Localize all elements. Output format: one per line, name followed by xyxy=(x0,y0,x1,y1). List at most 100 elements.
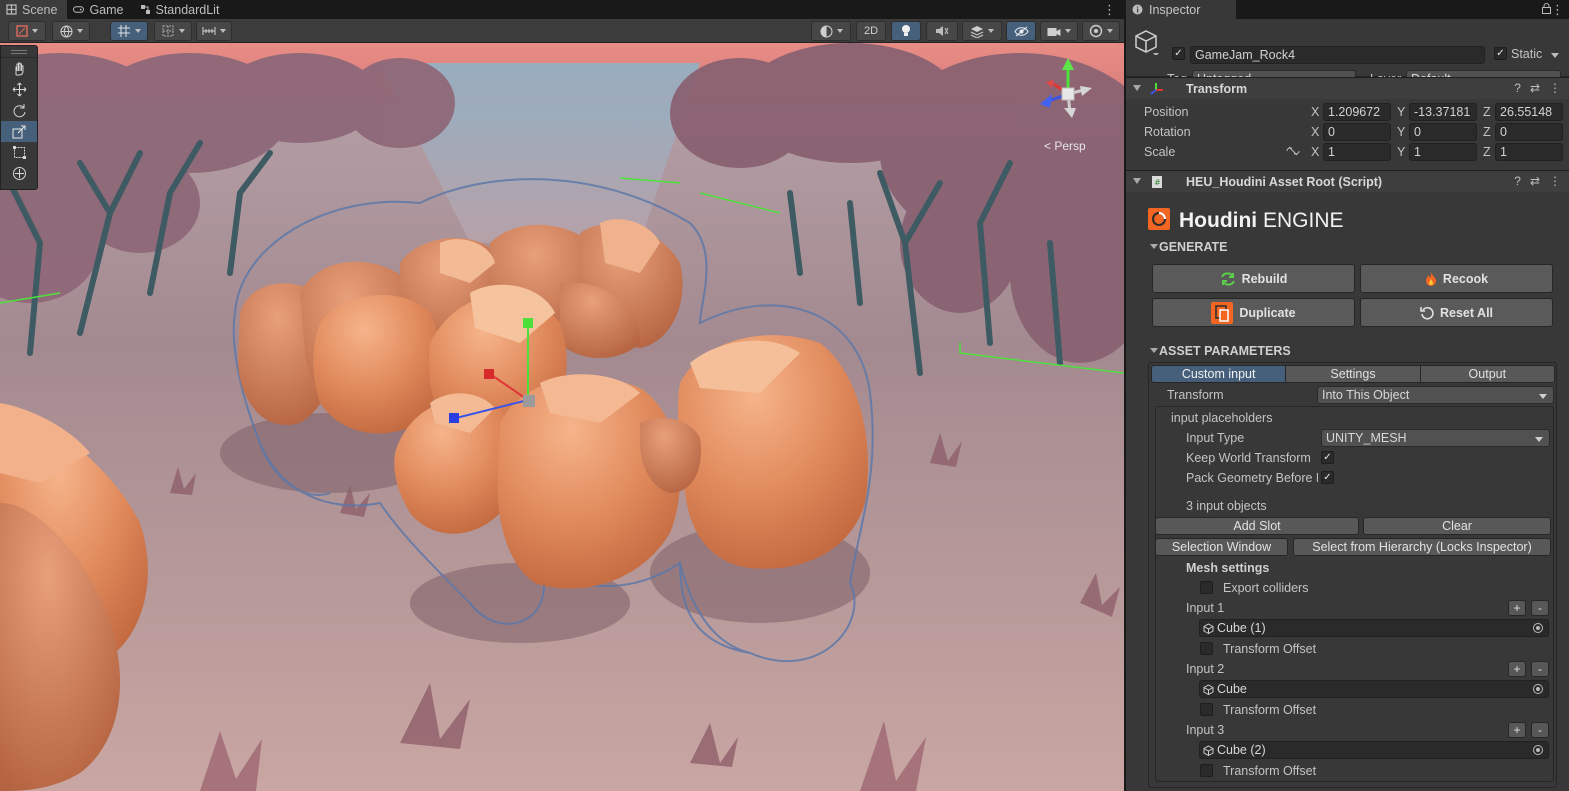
scale-y-label[interactable]: Y xyxy=(1397,145,1405,159)
select-from-hierarchy-button[interactable]: Select from Hierarchy (Locks Inspector) xyxy=(1293,538,1551,556)
input-1-remove-button[interactable]: - xyxy=(1531,600,1549,616)
transform-option-dropdown[interactable]: Into This Object xyxy=(1317,386,1554,404)
input-2-remove-button[interactable]: - xyxy=(1531,661,1549,677)
position-y-label[interactable]: Y xyxy=(1397,105,1405,119)
scale-z-field[interactable]: 1 xyxy=(1495,143,1563,161)
position-x-field[interactable]: 1.209672 xyxy=(1323,103,1391,121)
script-help-icon[interactable]: ? xyxy=(1514,174,1521,188)
input-3-remove-button[interactable]: - xyxy=(1531,722,1549,738)
tab-game[interactable]: Game xyxy=(67,0,133,19)
tab-inspector[interactable]: Inspector xyxy=(1126,0,1236,19)
clear-button[interactable]: Clear xyxy=(1363,517,1551,535)
constrain-proportions-icon[interactable] xyxy=(1286,146,1300,156)
audio-toggle[interactable] xyxy=(926,21,958,41)
rebuild-button[interactable]: Rebuild xyxy=(1152,264,1355,293)
gameobject-name-field[interactable]: GameJam_Rock4 xyxy=(1190,46,1485,64)
rotation-y-label[interactable]: Y xyxy=(1397,125,1405,139)
input-1-transform-offset-checkbox[interactable] xyxy=(1200,642,1213,655)
position-x-label[interactable]: X xyxy=(1311,105,1319,119)
position-z-label[interactable]: Z xyxy=(1483,105,1491,119)
rotation-z-field[interactable]: 0 xyxy=(1495,123,1563,141)
tool-palette-grip[interactable] xyxy=(1,46,37,58)
input-3-add-button[interactable]: + xyxy=(1508,722,1526,738)
input-3-transform-offset-checkbox[interactable] xyxy=(1200,764,1213,777)
static-dropdown-caret-icon[interactable] xyxy=(1551,53,1559,58)
transform-tool-button[interactable] xyxy=(1,163,37,184)
move-tool-button[interactable] xyxy=(1,79,37,100)
tab-output[interactable]: Output xyxy=(1420,366,1554,382)
recook-button[interactable]: Recook xyxy=(1360,264,1553,293)
rotation-x-label[interactable]: X xyxy=(1311,125,1319,139)
projection-label[interactable]: < Persp xyxy=(1044,139,1086,153)
object-picker-icon[interactable] xyxy=(1533,745,1543,755)
transform-component-header[interactable]: Transform ? ⇄ ⋮ xyxy=(1126,77,1569,99)
houdini-script-header[interactable]: # HEU_Houdini Asset Root (Script) ? ⇄ ⋮ xyxy=(1126,170,1569,192)
scene-more-menu-icon[interactable]: ⋮ xyxy=(1103,2,1116,18)
position-y-field[interactable]: -13.37181 xyxy=(1409,103,1477,121)
asset-parameters-foldout[interactable]: ASSET PARAMETERS xyxy=(1150,344,1291,358)
pack-geometry-checkbox[interactable]: ✓ xyxy=(1321,471,1334,484)
toggle-2d-button[interactable]: 2D xyxy=(856,21,886,41)
script-menu-icon[interactable]: ⋮ xyxy=(1549,174,1561,188)
input-1-add-button[interactable]: + xyxy=(1508,600,1526,616)
input-2-transform-offset-checkbox[interactable] xyxy=(1200,703,1213,716)
render-mode-dropdown[interactable] xyxy=(811,21,851,41)
duplicate-button[interactable]: Duplicate xyxy=(1152,298,1355,327)
scale-z-label[interactable]: Z xyxy=(1483,145,1491,159)
preset-icon[interactable]: ⇄ xyxy=(1530,81,1540,95)
tab-settings[interactable]: Settings xyxy=(1286,366,1421,382)
input-2-add-button[interactable]: + xyxy=(1508,661,1526,677)
input-1-object-field[interactable]: Cube (1) xyxy=(1199,619,1549,637)
selection-window-button[interactable]: Selection Window xyxy=(1155,538,1288,556)
scale-x-field[interactable]: 1 xyxy=(1323,143,1391,161)
draw-mode-dropdown[interactable] xyxy=(8,21,46,41)
component-menu-icon[interactable]: ⋮ xyxy=(1549,81,1561,95)
hand-tool-button[interactable] xyxy=(1,58,37,79)
reset-all-button[interactable]: Reset All xyxy=(1360,298,1553,327)
lock-icon[interactable] xyxy=(1542,3,1551,14)
scene-orientation-gizmo[interactable] xyxy=(1032,56,1108,132)
lighting-toggle[interactable] xyxy=(891,21,921,41)
camera-settings-dropdown[interactable] xyxy=(1040,21,1078,41)
tab-custom-input[interactable]: Custom input xyxy=(1152,366,1287,382)
rect-tool-button[interactable] xyxy=(1,142,37,163)
help-icon[interactable]: ? xyxy=(1514,81,1521,95)
global-local-dropdown[interactable] xyxy=(52,21,90,41)
rotation-y-field[interactable]: 0 xyxy=(1409,123,1477,141)
gameobject-active-checkbox[interactable]: ✓ xyxy=(1172,47,1185,60)
scene-viewport[interactable] xyxy=(0,43,1124,791)
static-checkbox[interactable]: ✓ xyxy=(1494,47,1507,60)
keep-world-transform-checkbox[interactable]: ✓ xyxy=(1321,451,1334,464)
add-slot-button[interactable]: Add Slot xyxy=(1155,517,1359,535)
rotation-label[interactable]: Rotation xyxy=(1144,125,1191,139)
scale-tool-button[interactable] xyxy=(1,121,37,142)
gizmos-dropdown[interactable] xyxy=(1082,21,1120,41)
object-picker-icon[interactable] xyxy=(1533,623,1543,633)
input-3-object-field[interactable]: Cube (2) xyxy=(1199,741,1549,759)
effects-dropdown[interactable] xyxy=(962,21,1002,41)
input-type-dropdown[interactable]: UNITY_MESH xyxy=(1321,429,1550,447)
inspector-more-menu-icon[interactable]: ⋮ xyxy=(1551,2,1564,18)
script-preset-icon[interactable]: ⇄ xyxy=(1530,174,1540,188)
transform-foldout-icon[interactable] xyxy=(1133,85,1141,91)
rotate-tool-button[interactable] xyxy=(1,100,37,121)
scale-y-field[interactable]: 1 xyxy=(1409,143,1477,161)
hidden-objects-toggle[interactable] xyxy=(1006,21,1036,41)
script-foldout-icon[interactable] xyxy=(1133,178,1141,184)
position-label[interactable]: Position xyxy=(1144,105,1188,119)
tab-scene[interactable]: Scene xyxy=(0,0,68,19)
position-z-field[interactable]: 26.55148 xyxy=(1495,103,1563,121)
tab-standardlit[interactable]: StandardLit xyxy=(134,0,230,19)
rotation-x-field[interactable]: 0 xyxy=(1323,123,1391,141)
rotation-z-label[interactable]: Z xyxy=(1483,125,1491,139)
scale-x-label[interactable]: X xyxy=(1311,145,1319,159)
export-colliders-checkbox[interactable] xyxy=(1200,581,1213,594)
scale-label[interactable]: Scale xyxy=(1144,145,1175,159)
grid-snap-toggle[interactable] xyxy=(110,21,148,41)
increment-snap-dropdown[interactable] xyxy=(154,21,192,41)
logo-engine-text: ENGINE xyxy=(1263,209,1344,232)
generate-foldout[interactable]: GENERATE xyxy=(1150,240,1228,254)
ruler-dropdown[interactable] xyxy=(196,21,232,41)
object-picker-icon[interactable] xyxy=(1533,684,1543,694)
input-2-object-field[interactable]: Cube xyxy=(1199,680,1549,698)
